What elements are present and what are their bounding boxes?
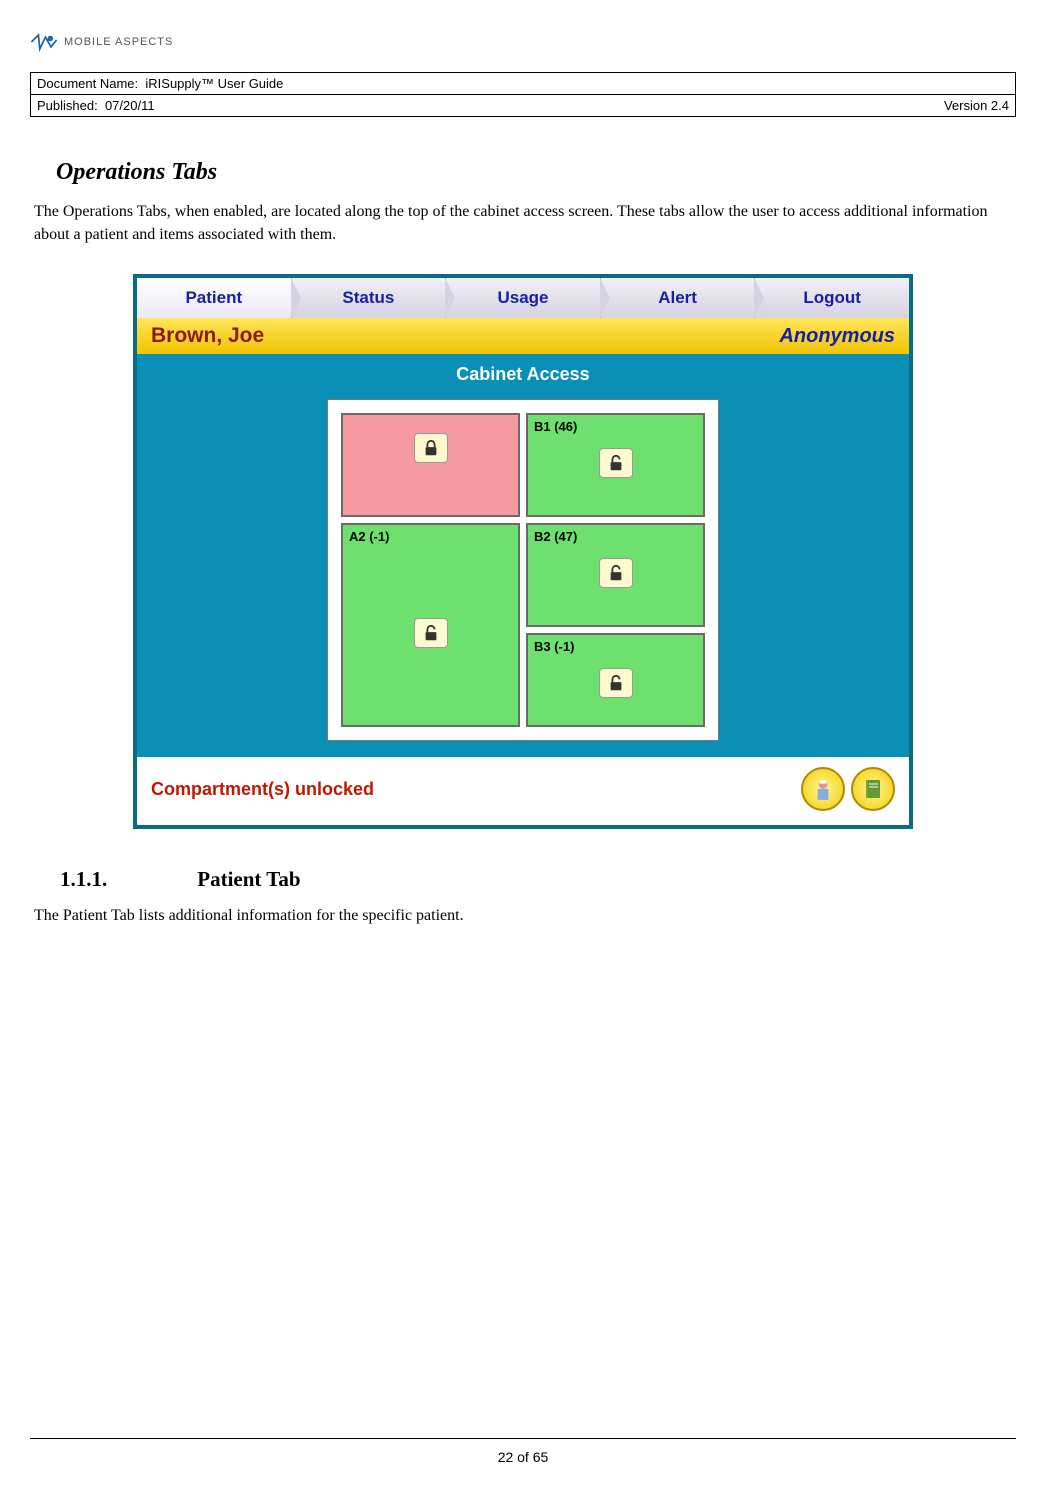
page-number: 22 of 65 — [0, 1449, 1046, 1465]
published-cell: Published: 07/20/11 — [37, 98, 155, 113]
version-label: Version 2.4 — [944, 98, 1009, 113]
status-text: Compartment(s) unlocked — [151, 779, 374, 800]
lock-open-icon — [414, 618, 448, 648]
status-row: Compartment(s) unlocked — [137, 755, 909, 825]
compartment-label — [343, 415, 355, 423]
tab-usage[interactable]: Usage — [446, 278, 601, 318]
subsection-heading: 1.1.1. Patient Tab — [60, 867, 1016, 892]
status-icon-group — [801, 767, 895, 811]
compartment-label: B3 (-1) — [528, 635, 580, 658]
tab-status[interactable]: Status — [292, 278, 447, 318]
published-label: Published: — [37, 98, 98, 113]
app-window: Patient Status Usage Alert Logout Brown,… — [133, 274, 913, 829]
patient-bar: Brown, Joe Anonymous — [137, 318, 909, 354]
tabs-row: Patient Status Usage Alert Logout — [137, 278, 909, 318]
tab-alert[interactable]: Alert — [601, 278, 756, 318]
patient-name: Brown, Joe — [151, 324, 264, 348]
tab-label: Alert — [658, 288, 697, 308]
doc-name-row: Document Name: iRISupply™ User Guide — [31, 73, 1015, 95]
section-paragraph: The Operations Tabs, when enabled, are l… — [34, 200, 1012, 246]
lock-open-icon — [599, 668, 633, 698]
cabinet-grid-frame: B1 (46) A2 (-1) B2 (47) — [327, 399, 719, 741]
cabinet-grid: B1 (46) A2 (-1) B2 (47) — [328, 400, 718, 740]
compartment-b2[interactable]: B2 (47) — [526, 523, 705, 627]
tab-label: Logout — [803, 288, 861, 308]
logo-icon — [30, 30, 58, 54]
nurse-icon[interactable] — [801, 767, 845, 811]
doc-name-label: Document Name: — [37, 76, 138, 91]
compartment-a2[interactable]: A2 (-1) — [341, 523, 520, 727]
subsection-paragraph: The Patient Tab lists additional informa… — [34, 904, 1012, 927]
doc-name-value: iRISupply™ User Guide — [145, 76, 283, 91]
compartment-a1[interactable] — [341, 413, 520, 517]
lock-open-icon — [599, 448, 633, 478]
tab-logout[interactable]: Logout — [755, 278, 909, 318]
logo-text: MOBILE ASPECTS — [64, 36, 173, 48]
footer-rule — [30, 1438, 1016, 1439]
compartment-b1[interactable]: B1 (46) — [526, 413, 705, 517]
anonymous-label[interactable]: Anonymous — [779, 325, 895, 348]
lock-open-icon — [599, 558, 633, 588]
cabinet-title: Cabinet Access — [137, 354, 909, 399]
brand-logo: MOBILE ASPECTS — [30, 30, 1016, 54]
tab-label: Usage — [497, 288, 548, 308]
compartment-label: B1 (46) — [528, 415, 583, 438]
published-value: 07/20/11 — [105, 98, 155, 113]
compartment-b3[interactable]: B3 (-1) — [526, 633, 705, 727]
subsection-title: Patient Tab — [197, 867, 300, 892]
compartment-label: A2 (-1) — [343, 525, 395, 548]
doc-meta-box: Document Name: iRISupply™ User Guide Pub… — [30, 72, 1016, 117]
section-heading: Operations Tabs — [56, 159, 1016, 186]
tab-label: Patient — [185, 288, 242, 308]
book-icon[interactable] — [851, 767, 895, 811]
tab-patient[interactable]: Patient — [137, 278, 292, 318]
tab-label: Status — [342, 288, 394, 308]
figure-cabinet-access: Patient Status Usage Alert Logout Brown,… — [30, 274, 1016, 829]
subsection-number: 1.1.1. — [60, 867, 107, 892]
lock-closed-icon — [414, 433, 448, 463]
cabinet-panel: Cabinet Access B1 (46) — [137, 354, 909, 755]
compartment-label: B2 (47) — [528, 525, 583, 548]
